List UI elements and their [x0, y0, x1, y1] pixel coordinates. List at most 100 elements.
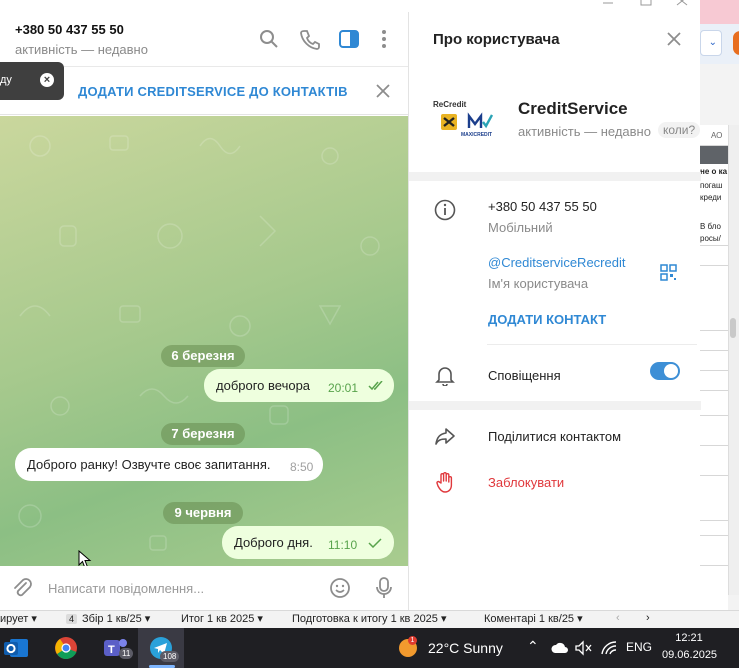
microphone-icon[interactable] [373, 576, 395, 600]
vertical-scrollbar[interactable] [728, 125, 739, 595]
divider [409, 401, 701, 410]
browser-tab-strip [700, 0, 739, 24]
username-link[interactable]: @CreditserviceRecredit [488, 255, 625, 270]
clock-time[interactable]: 12:21 [672, 632, 706, 644]
clock-date[interactable]: 09.06.2025 [662, 649, 717, 661]
profile-status: активність — недавно [518, 124, 651, 139]
window-controls [596, 0, 700, 12]
message-text: Доброго дня. [234, 535, 313, 550]
emoji-icon[interactable] [329, 577, 351, 599]
sheet-tab[interactable]: ирует ▾ [0, 612, 37, 625]
chat-column: +380 50 437 55 50 активність — недавно Д… [0, 12, 408, 610]
phone-label: Мобільний [488, 220, 553, 235]
info-icon [434, 199, 456, 221]
cell-text: не о ка [700, 167, 728, 176]
notifications-label: Сповіщення [488, 368, 561, 383]
notifications-toggle[interactable] [650, 362, 680, 380]
phone-call-icon[interactable] [299, 28, 321, 50]
wifi-icon[interactable] [600, 640, 618, 656]
recredit-logo-icon [441, 114, 457, 130]
outlook-icon[interactable] [2, 634, 32, 662]
message-time: 20:01 [328, 381, 359, 395]
block-user-button[interactable]: Заблокувати [488, 475, 564, 490]
cell-text: креди [700, 193, 722, 202]
chat-header[interactable]: +380 50 437 55 50 активність — недавно [0, 12, 408, 67]
toast-text: ду [0, 74, 12, 86]
taskbar: T 11 108 1 22°C Sunny ⌃ ENG 12:21 09.06.… [0, 628, 739, 668]
profile-avatar[interactable] [733, 31, 739, 55]
minimize-icon[interactable] [602, 0, 614, 6]
cell-text: погаш [700, 181, 723, 190]
scroll-tabs-left-icon[interactable]: ‹ [616, 612, 620, 624]
qr-code-icon[interactable] [660, 264, 677, 281]
divider [487, 344, 697, 345]
close-window-icon[interactable] [676, 0, 688, 6]
weather-text[interactable]: 22°C Sunny [428, 640, 503, 656]
chrome-icon[interactable] [51, 634, 81, 662]
outgoing-message[interactable]: доброго вечора 20:01 [204, 369, 394, 402]
spreadsheet-grid[interactable]: АО не о ка погаш креди В бло росы/ [700, 125, 728, 610]
message-composer [0, 566, 408, 610]
outgoing-message[interactable]: Доброго дня. 11:10 [222, 526, 394, 559]
weather-alert-badge: 1 [408, 636, 417, 645]
message-time: 8:50 [290, 460, 314, 474]
add-to-contacts-link[interactable]: ДОДАТИ CREDITSERVICE ДО КОНТАКТІВ [78, 84, 348, 99]
sheet-tab[interactable]: Подготовка к итогу 1 кв 2025 ▾ [292, 612, 447, 625]
cell-text: В бло [700, 222, 721, 231]
message-input[interactable] [48, 579, 318, 597]
profile-avatar[interactable]: ReCredit MAXICREDIT [431, 98, 499, 150]
scrollbar-thumb[interactable] [730, 318, 736, 338]
search-icon[interactable] [258, 28, 280, 50]
notification-badge: 11 [119, 648, 134, 659]
teams-icon[interactable]: T 11 [101, 634, 134, 662]
notification-toast: ду × [0, 62, 64, 100]
phone-number[interactable]: +380 50 437 55 50 [488, 199, 597, 214]
mouse-cursor-icon [78, 550, 92, 566]
panel-title: Про користувача [433, 31, 560, 48]
toggle-knob [664, 364, 678, 378]
maxicredit-logo-icon [467, 112, 493, 129]
attach-icon[interactable] [11, 577, 33, 599]
chevron-up-icon[interactable]: ⌃ [527, 638, 539, 655]
more-options-icon[interactable] [373, 28, 395, 50]
message-area[interactable]: 6 березня доброго вечора 20:01 7 березня… [0, 116, 408, 566]
language-indicator[interactable]: ENG [626, 640, 652, 654]
maximize-icon[interactable] [640, 0, 652, 6]
read-check-icon [368, 538, 382, 548]
side-panel-icon[interactable] [338, 28, 360, 50]
close-panel-icon[interactable] [665, 30, 683, 48]
read-double-check-icon [368, 381, 383, 391]
sheet-tab[interactable]: Итог 1 кв 2025 ▾ [181, 612, 263, 625]
sheet-tab[interactable]: Коментарі 1 кв/25 ▾ [484, 612, 583, 625]
user-info-panel: Про користувача ReCredit MAXICREDIT Cred… [408, 12, 701, 610]
svg-text:T: T [108, 644, 115, 656]
message-time: 11:10 [328, 538, 358, 552]
share-contact-button[interactable]: Поділитися контактом [488, 429, 621, 444]
toast-close-icon[interactable]: × [40, 73, 54, 87]
bell-icon [435, 367, 455, 386]
notification-badge: 108 [160, 651, 180, 662]
date-separator: 9 червня [163, 502, 243, 524]
block-hand-icon [436, 472, 453, 493]
chat-title[interactable]: +380 50 437 55 50 [15, 22, 124, 37]
cell-text: росы/ [700, 234, 721, 243]
background-spreadsheet-app: ⌄ АО не о ка погаш креди В бло росы/ [700, 0, 739, 610]
incoming-message[interactable]: Доброго ранку! Озвучте своє запитання. 8… [15, 448, 323, 481]
speaker-muted-icon[interactable] [574, 640, 592, 656]
toolbar-dropdown[interactable]: ⌄ [700, 30, 722, 56]
add-contact-button[interactable]: ДОДАТИ КОНТАКТ [488, 312, 606, 327]
cloud-sync-icon[interactable] [551, 640, 569, 656]
profile-name: CreditService [518, 99, 628, 118]
column-header: АО [711, 131, 723, 140]
date-separator: 6 березня [161, 345, 245, 367]
last-seen-badge[interactable]: коли? [658, 122, 701, 138]
sheet-tab[interactable]: 4 Збір 1 кв/25 ▾ [66, 612, 150, 625]
chat-wallpaper-pattern [18, 135, 380, 551]
username-label: Ім'я користувача [488, 276, 589, 291]
share-icon [435, 428, 455, 445]
close-icon[interactable] [374, 82, 392, 100]
telegram-icon[interactable]: 108 [146, 634, 180, 662]
logo-text: MAXICREDIT [461, 132, 493, 138]
message-text: Доброго ранку! Озвучте своє запитання. [27, 457, 271, 472]
scroll-tabs-right-icon[interactable]: › [646, 612, 650, 624]
